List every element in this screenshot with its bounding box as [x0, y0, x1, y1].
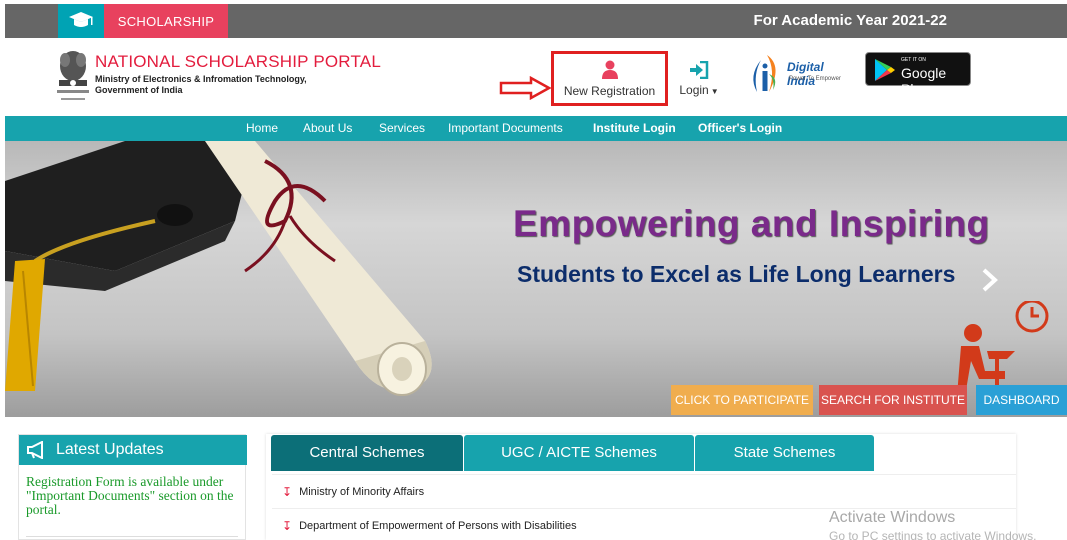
activation-watermark-title: Activate Windows: [829, 509, 956, 526]
nav-officers-login[interactable]: Officer's Login: [698, 116, 782, 141]
nav-important-documents[interactable]: Important Documents: [448, 116, 563, 141]
nav-services[interactable]: Services: [379, 116, 425, 141]
portal-subtitle-government: Government of India: [95, 85, 183, 95]
portal-title: NATIONAL SCHOLARSHIP PORTAL: [95, 52, 381, 71]
activation-watermark-text: Go to PC settings to activate Windows.: [829, 529, 1037, 540]
digital-india-text: Digital India: [787, 60, 824, 88]
latest-updates-panel: Latest Updates Registration Form is avai…: [18, 434, 247, 540]
graduation-cap-diploma-image: [5, 141, 432, 396]
site-header: NATIONAL SCHOLARSHIP PORTAL Ministry of …: [5, 38, 1067, 116]
digital-india-icon: [753, 55, 776, 92]
sign-in-icon: [690, 60, 709, 79]
latest-updates-title: Latest Updates: [56, 441, 164, 458]
tab-state-schemes[interactable]: State Schemes: [695, 435, 874, 471]
academic-year: For Academic Year 2021-22: [753, 12, 947, 29]
nav-about-us[interactable]: About Us: [303, 116, 352, 141]
arrow-right-icon: [499, 76, 551, 100]
login-dropdown[interactable]: Login ▼: [678, 51, 720, 106]
dashboard-button[interactable]: DASHBOARD: [976, 385, 1067, 415]
graduation-cap-icon: [58, 4, 104, 38]
search-for-institute-button[interactable]: SEARCH FOR INSTITUTE: [819, 385, 967, 415]
chevron-right-icon[interactable]: [980, 267, 1000, 293]
nav-home[interactable]: Home: [246, 116, 278, 141]
latest-update-item[interactable]: Registration Form is available under "Im…: [26, 475, 241, 517]
main-nav: Home About Us Services Important Documen…: [5, 116, 1067, 141]
new-registration-button[interactable]: New Registration: [551, 51, 668, 106]
google-play-small-text: GET IT ON: [901, 57, 926, 63]
google-play-text: Google Play: [901, 65, 947, 97]
tab-ugc-aicte-schemes[interactable]: UGC / AICTE Schemes: [464, 435, 694, 471]
google-play-badge[interactable]: GET IT ON Google Play: [865, 52, 971, 97]
latest-updates-header: Latest Updates: [19, 435, 247, 465]
nav-institute-login[interactable]: Institute Login: [593, 116, 676, 141]
arrow-down-icon: ↧: [282, 484, 293, 499]
login-label: Login: [679, 82, 709, 97]
top-bar: SCHOLARSHIP For Academic Year 2021-22: [5, 4, 1067, 38]
google-play-icon: [875, 59, 895, 81]
hero-banner: Empowering and Inspiring Students to Exc…: [5, 141, 1067, 417]
digital-india-tagline: Power To Empower: [789, 76, 841, 82]
arrow-down-icon: ↧: [282, 518, 293, 533]
caret-down-icon: ▼: [710, 86, 719, 96]
portal-subtitle-ministry: Ministry of Electronics & Infromation Te…: [95, 74, 307, 84]
list-item-label: Department of Empowerment of Persons wit…: [299, 519, 577, 532]
tab-central-schemes[interactable]: Central Schemes: [271, 435, 463, 471]
list-item-label: Ministry of Minority Affairs: [299, 485, 425, 498]
scholarship-label: SCHOLARSHIP: [104, 4, 228, 38]
national-emblem-icon: [57, 51, 89, 100]
new-registration-label: New Registration: [563, 83, 656, 98]
bullhorn-icon: [27, 441, 43, 459]
digital-india-logo[interactable]: Digital India Power To Empower: [743, 52, 843, 96]
list-item[interactable]: ↧ Ministry of Minority Affairs: [272, 474, 1016, 508]
user-icon: [601, 60, 618, 79]
divider: [26, 536, 238, 537]
banner-headline: Empowering and Inspiring: [513, 203, 990, 244]
banner-subheadline: Students to Excel as Life Long Learners: [517, 261, 956, 287]
click-to-participate-button[interactable]: CLICK TO PARTICIPATE: [671, 385, 813, 415]
